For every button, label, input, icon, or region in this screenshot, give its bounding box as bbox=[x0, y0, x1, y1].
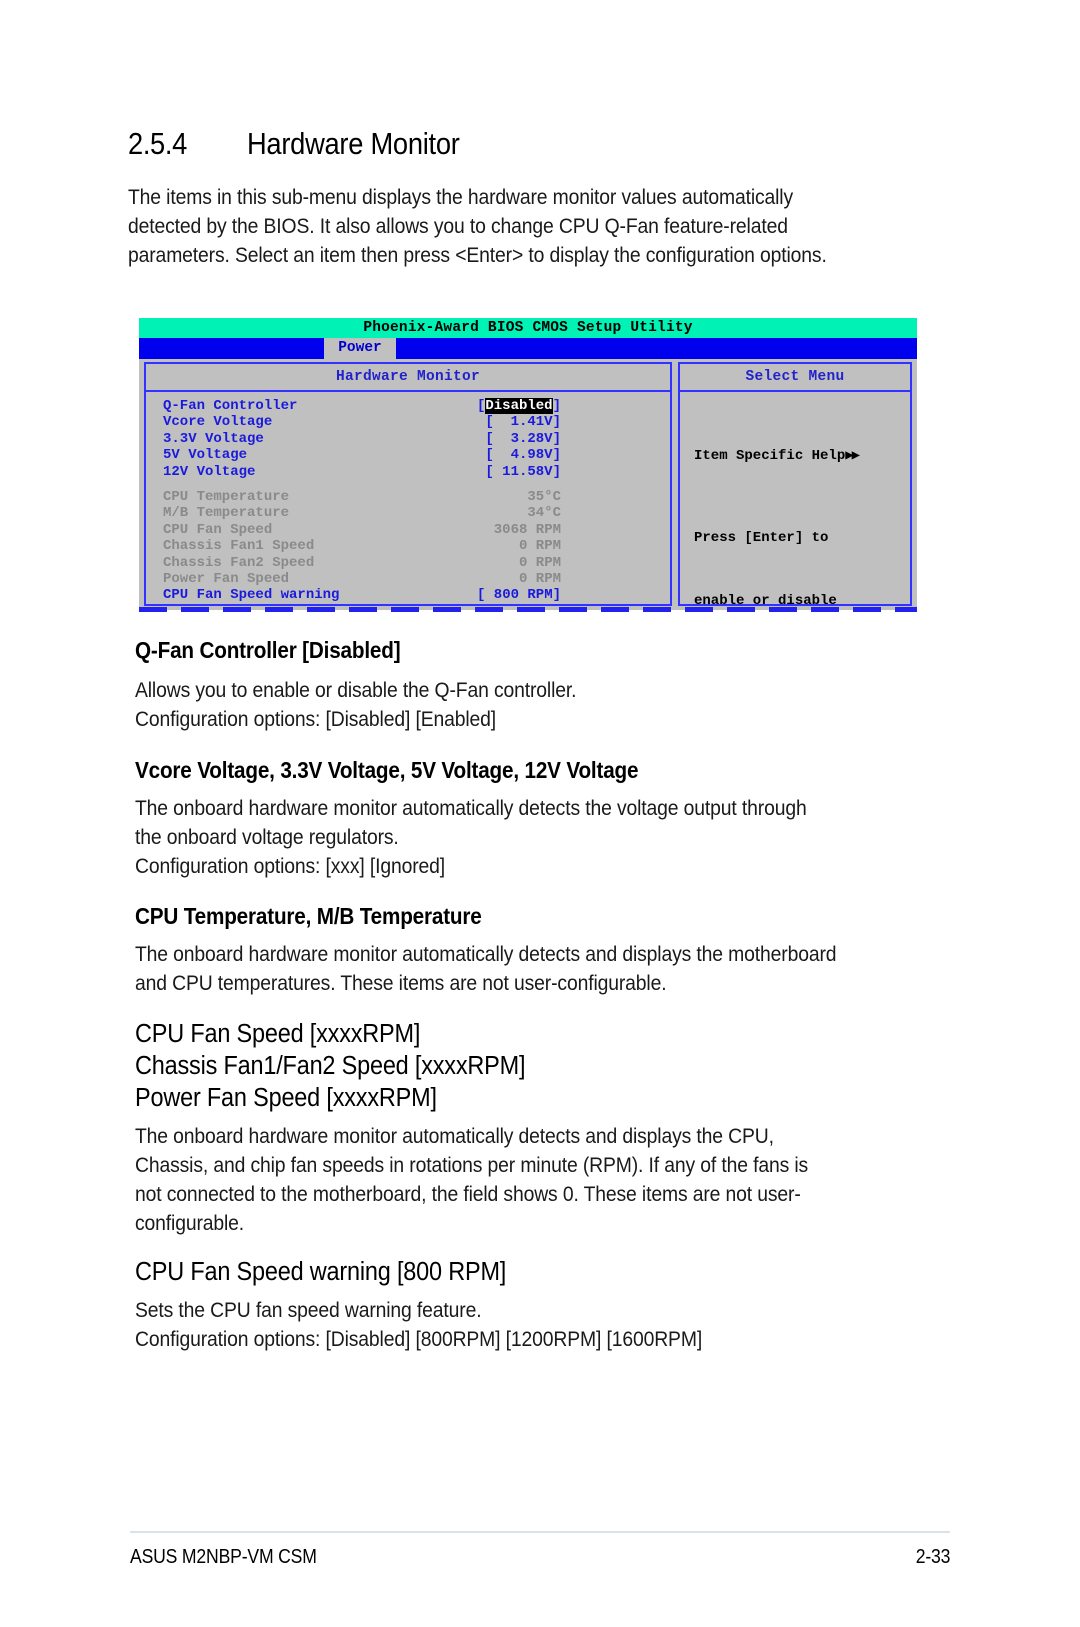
hardware-monitor-header: Hardware Monitor bbox=[146, 364, 670, 392]
topic-heading-temperatures: CPU Temperature, M/B Temperature bbox=[135, 903, 520, 930]
bios-item-value: 3068 RPM bbox=[493, 521, 561, 538]
bios-item-value[interactable]: [ 800 RPM] bbox=[441, 587, 561, 603]
body-line: Configuration options: [Disabled] [800RP… bbox=[135, 1327, 703, 1351]
heading-text: CPU Temperature, M/B Temperature bbox=[135, 903, 482, 929]
topic-heading-voltages: Vcore Voltage, 3.3V Voltage, 5V Voltage,… bbox=[135, 757, 694, 784]
bios-item-value: 0 RPM bbox=[518, 570, 561, 587]
bios-item-row: CPU Temperature 35°C bbox=[146, 489, 670, 505]
manual-page: 2.5.4 Hardware Monitor The items in this… bbox=[0, 0, 1080, 1627]
bios-item-label: CPU Temperature bbox=[163, 488, 290, 505]
bios-item-row: Chassis Fan2 Speed 0 RPM bbox=[146, 555, 670, 571]
bios-item-label: CPU Fan Speed bbox=[163, 521, 273, 538]
bios-item-row: CPU Fan Speed 3068 RPM bbox=[146, 522, 670, 538]
help-title: Item Specific Help bbox=[694, 448, 846, 464]
help-arrow-icon: ▶▶ bbox=[845, 448, 860, 464]
intro-paragraph: The items in this sub-menu displays the … bbox=[128, 183, 938, 270]
page-title: 2.5.4 Hardware Monitor bbox=[128, 126, 928, 162]
bios-item-row: M/B Temperature 34°C bbox=[146, 505, 670, 521]
bios-item-label: Chassis Fan1 Speed bbox=[163, 538, 315, 555]
body-line: Configuration options: [xxx] [Ignored] bbox=[135, 854, 446, 878]
bios-item-label: Q-Fan Controller bbox=[163, 398, 298, 414]
section-number: 2.5.4 bbox=[128, 126, 187, 161]
bios-item-row[interactable]: CPU Fan Speed warning [ 800 RPM] bbox=[146, 587, 670, 603]
footer-product-name: ASUS M2NBP-VM CSM bbox=[130, 1546, 342, 1569]
bios-screenshot-cut-edge bbox=[139, 607, 917, 612]
footer-page-number: 2-33 bbox=[911, 1546, 950, 1569]
heading-line: CPU Fan Speed warning [800 RPM] bbox=[135, 1258, 507, 1286]
body-line: configurable. bbox=[135, 1211, 245, 1235]
bios-item-value: 34°C bbox=[527, 505, 561, 522]
bios-menu-bar: Power bbox=[139, 338, 917, 359]
bios-item-label: M/B Temperature bbox=[163, 505, 290, 522]
footer-right-text: 2-33 bbox=[915, 1546, 950, 1568]
footer-divider bbox=[130, 1531, 950, 1533]
bios-item-label: Power Fan Speed bbox=[163, 570, 290, 587]
section-title: Hardware Monitor bbox=[246, 126, 460, 161]
bios-item-label: CPU Fan Speed warning bbox=[163, 587, 340, 604]
bios-item-label: 3.3V Voltage bbox=[163, 430, 264, 447]
heading-text: Vcore Voltage, 3.3V Voltage, 5V Voltage,… bbox=[135, 757, 639, 783]
heading-line: CPU Fan Speed [xxxxRPM] bbox=[135, 1020, 421, 1048]
heading-line: Chassis Fan1/Fan2 Speed [xxxxRPM] bbox=[135, 1052, 526, 1080]
bios-item-label: 12V Voltage bbox=[163, 463, 256, 480]
bios-item-label: 5V Voltage bbox=[163, 447, 248, 464]
topic-heading-fan-speeds: CPU Fan Speed [xxxxRPM] Chassis Fan1/Fan… bbox=[135, 1018, 559, 1114]
body-line: The onboard hardware monitor automatical… bbox=[135, 942, 837, 966]
intro-line-3: parameters. Select an item then press <E… bbox=[128, 243, 827, 267]
footer-left-text: ASUS M2NBP-VM CSM bbox=[130, 1546, 317, 1568]
topic-body-temperatures: The onboard hardware monitor automatical… bbox=[135, 940, 914, 998]
bios-item-row[interactable]: 12V Voltage [ 11.58V] bbox=[146, 464, 670, 480]
bios-selected-value[interactable]: Disabled bbox=[485, 398, 553, 414]
body-line: the onboard voltage regulators. bbox=[135, 825, 399, 849]
body-line: Sets the CPU fan speed warning feature. bbox=[135, 1298, 482, 1322]
bios-item-row[interactable]: 5V Voltage [ 4.98V] bbox=[146, 447, 670, 463]
select-menu-panel: Select Menu Item Specific Help▶▶ Press [… bbox=[678, 362, 912, 609]
bios-item-value: 0 RPM bbox=[518, 554, 561, 571]
bios-item-label: Chassis Fan2 Speed bbox=[163, 554, 315, 571]
bios-item-row[interactable]: Q-Fan Controller [Disabled] bbox=[146, 398, 670, 414]
topic-body-q-fan-controller: Allows you to enable or disable the Q-Fa… bbox=[135, 676, 625, 734]
bios-tab-power[interactable]: Power bbox=[324, 338, 396, 359]
intro-line-2: detected by the BIOS. It also allows you… bbox=[128, 214, 788, 238]
bios-item-list: Q-Fan Controller [Disabled] Vcore Voltage [… bbox=[146, 392, 670, 604]
bios-panels: Hardware Monitor Q-Fan Controller [Disabl… bbox=[139, 362, 917, 610]
hardware-monitor-panel: Hardware Monitor Q-Fan Controller [Disabl… bbox=[144, 362, 672, 606]
bios-item-row[interactable]: 3.3V Voltage [ 3.28V] bbox=[146, 431, 670, 447]
select-menu-header: Select Menu bbox=[680, 364, 910, 392]
bios-item-value[interactable]: [ 3.28V] bbox=[441, 431, 561, 447]
body-line: Allows you to enable or disable the Q-Fa… bbox=[135, 678, 577, 702]
body-line: The onboard hardware monitor automatical… bbox=[135, 796, 807, 820]
bios-item-value[interactable]: [ 1.41V] bbox=[441, 414, 561, 430]
bios-item-value[interactable]: [Disabled] bbox=[441, 398, 561, 414]
heading-line: Power Fan Speed [xxxxRPM] bbox=[135, 1084, 437, 1112]
bios-row-spacer bbox=[146, 480, 670, 489]
bios-item-value: 35°C bbox=[527, 488, 561, 505]
topic-heading-q-fan-controller: Q-Fan Controller [Disabled] bbox=[135, 637, 430, 664]
body-line: not connected to the motherboard, the fi… bbox=[135, 1182, 801, 1206]
topic-body-fan-speed-warning: Sets the CPU fan speed warning feature. … bbox=[135, 1296, 765, 1354]
topic-heading-fan-speed-warning: CPU Fan Speed warning [800 RPM] bbox=[135, 1256, 538, 1288]
topic-body-voltages: The onboard hardware monitor automatical… bbox=[135, 794, 881, 881]
body-line: and CPU temperatures. These items are no… bbox=[135, 971, 667, 995]
item-specific-help: Item Specific Help▶▶ Press [Enter] to en… bbox=[680, 392, 910, 610]
bios-title-bar: Phoenix-Award BIOS CMOS Setup Utility bbox=[139, 318, 917, 338]
heading-text: Q-Fan Controller [Disabled] bbox=[135, 637, 401, 663]
body-line: Chassis, and chip fan speeds in rotation… bbox=[135, 1153, 809, 1177]
bios-item-row: Chassis Fan1 Speed 0 RPM bbox=[146, 538, 670, 554]
bios-item-value[interactable]: [ 4.98V] bbox=[441, 447, 561, 463]
bios-item-value[interactable]: [ 11.58V] bbox=[441, 464, 561, 480]
bios-item-value: 0 RPM bbox=[518, 538, 561, 555]
body-line: Configuration options: [Disabled] [Enabl… bbox=[135, 707, 497, 731]
bios-item-row[interactable]: Vcore Voltage [ 1.41V] bbox=[146, 414, 670, 430]
bios-screenshot: Phoenix-Award BIOS CMOS Setup Utility Po… bbox=[139, 318, 917, 610]
topic-body-fan-speeds: The onboard hardware monitor automatical… bbox=[135, 1122, 883, 1238]
help-line-1: Press [Enter] to bbox=[694, 530, 829, 546]
intro-line-1: The items in this sub-menu displays the … bbox=[128, 185, 794, 209]
body-line: The onboard hardware monitor automatical… bbox=[135, 1124, 774, 1148]
bios-item-label: Vcore Voltage bbox=[163, 414, 273, 431]
bios-item-row: Power Fan Speed 0 RPM bbox=[146, 571, 670, 587]
help-title-row: Item Specific Help▶▶ bbox=[694, 446, 910, 467]
